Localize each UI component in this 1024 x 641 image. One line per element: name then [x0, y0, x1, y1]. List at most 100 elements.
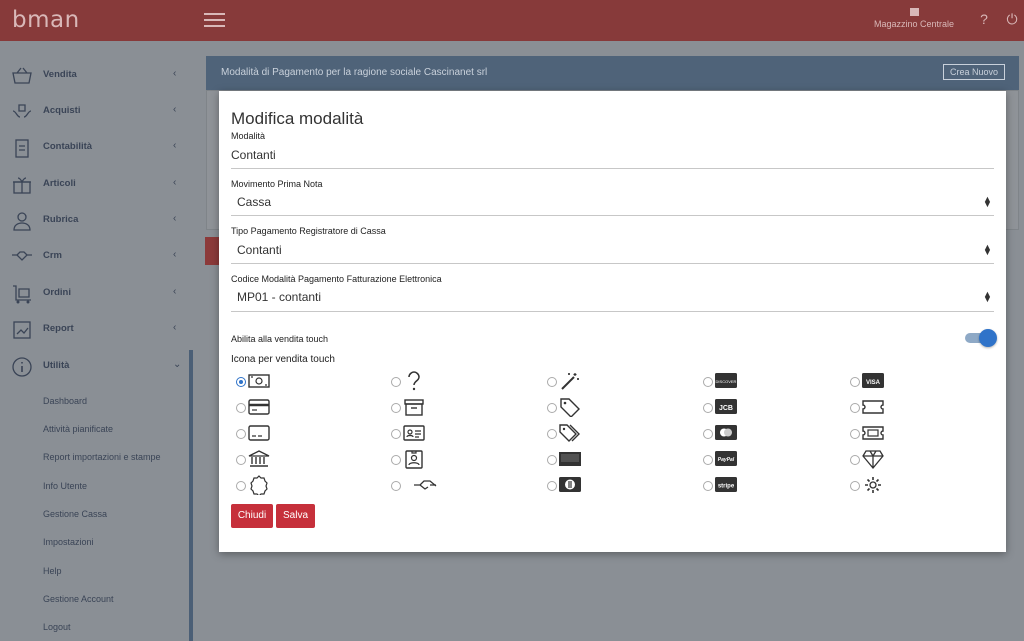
credit-card-icon: [248, 399, 270, 415]
sidebar-item-ordini[interactable]: Ordini ‹: [0, 277, 190, 313]
sidebar-subitem-info-utente[interactable]: Info Utente: [43, 481, 87, 491]
radio-button[interactable]: [850, 377, 860, 387]
power-icon[interactable]: ⏻: [1004, 11, 1020, 27]
sidebar-subitem-report-importazioni[interactable]: Report importazioni e stampe: [43, 452, 161, 462]
radio-button[interactable]: [391, 455, 401, 465]
visa-label: VISA: [866, 380, 881, 386]
sidebar-item-report[interactable]: Report ‹: [0, 313, 190, 349]
sidebar-subitem-logout[interactable]: Logout: [43, 622, 71, 632]
icon-option-badge[interactable]: [391, 449, 451, 471]
sidebar-subitem-impostazioni[interactable]: Impostazioni: [43, 537, 94, 547]
sidebar-subitem-attivita[interactable]: Attività pianificate: [43, 424, 113, 434]
icon-option-tags[interactable]: [547, 423, 607, 445]
select-arrows-icon[interactable]: ▲ ▼: [983, 290, 992, 304]
radio-button[interactable]: [850, 481, 860, 491]
select-arrows-icon[interactable]: ▲ ▼: [983, 243, 992, 257]
save-button[interactable]: Salva: [276, 504, 315, 528]
modalita-input[interactable]: Contanti: [231, 148, 276, 162]
radio-button[interactable]: [391, 481, 401, 491]
create-new-button[interactable]: Crea Nuovo: [942, 64, 1005, 80]
radio-button[interactable]: [850, 403, 860, 413]
sidebar-item-vendita[interactable]: Vendita ‹: [0, 59, 190, 95]
icon-option-bank[interactable]: [236, 449, 296, 471]
icon-option-id-card[interactable]: [391, 423, 451, 445]
icon-option-archive[interactable]: [391, 397, 451, 419]
sidebar-item-utilita[interactable]: Utilità ⌄: [0, 350, 190, 386]
icon-option-visa[interactable]: VISA: [850, 371, 910, 393]
clipboard-icon: [15, 139, 29, 158]
bank-icon: [248, 450, 270, 467]
radio-button[interactable]: [547, 377, 557, 387]
sidebar-item-contabilita[interactable]: Contabilità ‹: [0, 131, 190, 167]
icon-option-ticket-alt[interactable]: [850, 423, 910, 445]
icon-option-credit-card[interactable]: [236, 397, 296, 419]
radio-button[interactable]: [850, 429, 860, 439]
jcb-card-icon: JCB: [715, 399, 737, 414]
icon-option-certificate[interactable]: [236, 475, 296, 497]
icon-option-check[interactable]: [547, 449, 607, 471]
icon-option-tag[interactable]: [547, 397, 607, 419]
radio-button[interactable]: [236, 481, 246, 491]
icon-option-mastercard[interactable]: [703, 423, 763, 445]
modalita-underline: [231, 168, 994, 169]
icon-option-question[interactable]: [391, 371, 451, 393]
chevron-left-icon: ‹: [173, 140, 177, 151]
icon-option-card-outline[interactable]: [236, 423, 296, 445]
icon-option-jcb[interactable]: JCB: [703, 397, 763, 419]
radio-button[interactable]: [547, 429, 557, 439]
icon-option-ticket[interactable]: [850, 397, 910, 419]
tipo-select[interactable]: Contanti: [237, 243, 282, 257]
handshake-icon: [12, 251, 32, 261]
sidebar-item-rubrica[interactable]: Rubrica ‹: [0, 204, 190, 240]
icon-option-diners[interactable]: [547, 475, 607, 497]
chevron-left-icon: ‹: [173, 249, 177, 260]
codice-select[interactable]: MP01 - contanti: [237, 290, 321, 304]
select-arrows-icon[interactable]: ▲ ▼: [983, 195, 992, 209]
icon-option-banknote[interactable]: [236, 371, 296, 393]
hamburger-menu-icon[interactable]: [204, 13, 225, 27]
sidebar-subitem-gestione-cassa[interactable]: Gestione Cassa: [43, 509, 107, 519]
sidebar-subitem-dashboard[interactable]: Dashboard: [43, 396, 87, 406]
sidebar-item-crm[interactable]: Crm ‹: [0, 240, 190, 276]
radio-button[interactable]: [391, 377, 401, 387]
icon-option-paypal[interactable]: PayPal: [703, 449, 763, 471]
question-icon[interactable]: ?: [976, 11, 992, 27]
radio-button[interactable]: [703, 377, 713, 387]
icon-option-diamond[interactable]: [850, 449, 910, 471]
person-icon: [13, 212, 31, 231]
radio-button[interactable]: [547, 403, 557, 413]
radio-button[interactable]: [391, 403, 401, 413]
sidebar-item-acquisti[interactable]: Acquisti ‹: [0, 95, 190, 131]
icon-option-stripe[interactable]: stripe: [703, 475, 763, 497]
radio-button[interactable]: [236, 403, 246, 413]
radio-button[interactable]: [236, 429, 246, 439]
app-logo[interactable]: bman: [12, 7, 82, 33]
radio-button[interactable]: [547, 481, 557, 491]
certificate-icon: [250, 475, 268, 495]
sidebar-subitem-help[interactable]: Help: [43, 566, 62, 576]
store-selector[interactable]: Magazzino Centrale: [870, 8, 958, 29]
movimento-select[interactable]: Cassa: [237, 195, 271, 209]
sidebar-item-articoli[interactable]: Articoli ‹: [0, 168, 190, 204]
close-button[interactable]: Chiudi: [231, 504, 273, 528]
radio-button[interactable]: [236, 377, 246, 387]
radio-button[interactable]: [703, 455, 713, 465]
icon-option-handshake[interactable]: [391, 475, 451, 497]
icon-option-magic-wand[interactable]: [547, 371, 607, 393]
icon-option-gear[interactable]: [850, 475, 910, 497]
radio-button[interactable]: [850, 455, 860, 465]
icon-option-discover[interactable]: DISCOVER: [703, 371, 763, 393]
radio-button[interactable]: [703, 403, 713, 413]
radio-button[interactable]: [236, 455, 246, 465]
report-icon: [13, 321, 31, 339]
stripe-icon: stripe: [715, 477, 737, 492]
touch-toggle[interactable]: [963, 329, 997, 347]
toggle-knob: [979, 329, 997, 347]
radio-button[interactable]: [547, 455, 557, 465]
radio-button[interactable]: [703, 429, 713, 439]
radio-button[interactable]: [391, 429, 401, 439]
sidebar-subitem-gestione-account[interactable]: Gestione Account: [43, 594, 114, 604]
info-icon: [12, 357, 32, 377]
handshake-icon: [414, 480, 437, 490]
radio-button[interactable]: [703, 481, 713, 491]
